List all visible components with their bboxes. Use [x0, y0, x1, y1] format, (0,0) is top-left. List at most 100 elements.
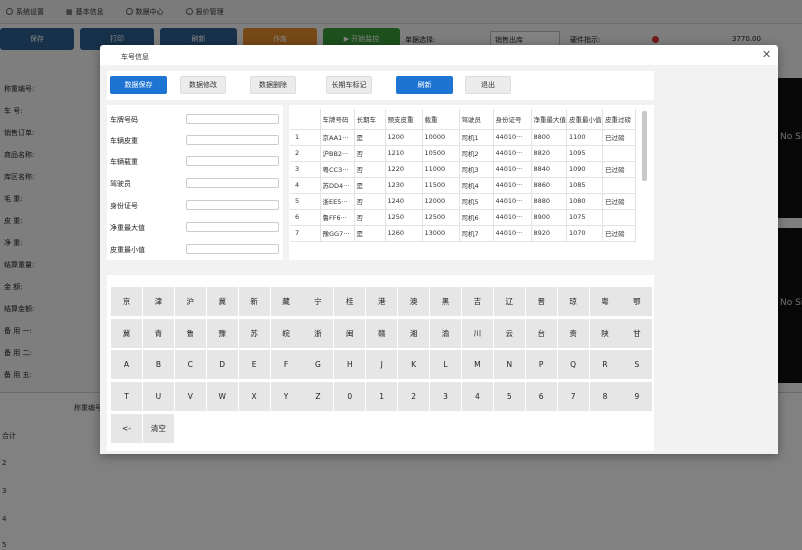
keyboard-key[interactable]: 冀: [206, 287, 238, 316]
keyboard-key[interactable]: 云: [493, 318, 525, 348]
keyboard-key[interactable]: H: [334, 350, 366, 380]
keyboard-key[interactable]: D: [206, 350, 238, 380]
column-header[interactable]: 皮重过磅: [602, 109, 636, 130]
keyboard-key[interactable]: 宁: [302, 287, 334, 316]
keyboard-key[interactable]: T: [111, 382, 142, 412]
keyboard-key[interactable]: K: [398, 350, 430, 380]
keyboard-key[interactable]: 1: [366, 382, 398, 412]
keyboard-key[interactable]: 陕: [589, 318, 621, 348]
keyboard-key[interactable]: S: [621, 350, 653, 380]
save-data-button[interactable]: 数据保存: [110, 76, 167, 94]
keyboard-key[interactable]: 8: [589, 382, 621, 412]
keyboard-key[interactable]: N: [493, 350, 525, 380]
exit-button[interactable]: 退出: [465, 76, 511, 94]
table-row[interactable]: 4 苏DD4··· 是 1230 11500 司机4 44010··· 8860 1085: [290, 177, 636, 194]
keyboard-key[interactable]: 青: [142, 318, 174, 348]
column-header[interactable]: 载重: [422, 109, 460, 130]
keyboard-key[interactable]: 京: [111, 287, 142, 316]
table-row[interactable]: 3 粤CC3··· 否 1220 11000 司机3 44010··· 8840 1090 已过磅: [290, 161, 636, 178]
keyboard-key[interactable]: 港: [366, 287, 398, 316]
keyboard-key[interactable]: E: [238, 350, 270, 380]
keyboard-key[interactable]: W: [206, 382, 238, 412]
keyboard-key[interactable]: 湘: [398, 318, 430, 348]
keyboard-key[interactable]: 0: [334, 382, 366, 412]
keyboard-key[interactable]: C: [174, 350, 206, 380]
keyboard-key[interactable]: 5: [493, 382, 525, 412]
keyboard-key[interactable]: 澳: [398, 287, 430, 316]
keyboard-key[interactable]: 新: [238, 287, 270, 316]
keyboard-key[interactable]: 黑: [430, 287, 461, 316]
edit-data-button[interactable]: 数据修改: [180, 76, 226, 94]
keyboard-key[interactable]: 7: [557, 382, 589, 412]
keyboard-key[interactable]: 琼: [557, 287, 589, 316]
load-input[interactable]: [186, 156, 279, 166]
column-header[interactable]: 净重最大值: [531, 109, 567, 130]
keyboard-key[interactable]: 豫: [206, 318, 238, 348]
keyboard-key[interactable]: 鲁: [174, 318, 206, 348]
table-scrollbar[interactable]: [642, 111, 647, 181]
keyboard-key[interactable]: 甘: [621, 318, 653, 348]
keyboard-key[interactable]: Z: [302, 382, 334, 412]
tare-input[interactable]: [186, 135, 279, 145]
keyboard-key[interactable]: 藏: [270, 287, 302, 316]
column-header[interactable]: 皮重最小值: [566, 109, 603, 130]
refresh-button[interactable]: 刷新: [396, 76, 453, 94]
column-header[interactable]: 车牌号码: [320, 109, 355, 130]
keyboard-key[interactable]: 粤: [589, 287, 621, 316]
keyboard-key[interactable]: V: [174, 382, 206, 412]
keyboard-key[interactable]: X: [238, 382, 270, 412]
plate-input[interactable]: [186, 114, 279, 124]
keyboard-key[interactable]: A: [111, 350, 142, 380]
keyboard-key[interactable]: 桂: [334, 287, 366, 316]
keyboard-key[interactable]: Y: [270, 382, 302, 412]
close-icon[interactable]: ✕: [762, 48, 771, 61]
keyboard-key[interactable]: 台: [525, 318, 557, 348]
keyboard-key[interactable]: 辽: [493, 287, 525, 316]
keyboard-key[interactable]: 渝: [430, 318, 461, 348]
keyboard-key[interactable]: 冀: [111, 318, 142, 348]
keyboard-key[interactable]: 川: [461, 318, 493, 348]
table-row[interactable]: 2 沪BB2··· 否 1210 10500 司机2 44010··· 8820 1095: [290, 145, 636, 162]
keyboard-key[interactable]: G: [302, 350, 334, 380]
keyboard-key[interactable]: B: [142, 350, 174, 380]
table-row[interactable]: 6 鲁FF6··· 否 1250 12500 司机6 44010··· 8900 1075: [290, 209, 636, 226]
keyboard-key[interactable]: 吉: [461, 287, 493, 316]
keyboard-key[interactable]: 皖: [270, 318, 302, 348]
backspace-key[interactable]: <-: [111, 413, 142, 443]
column-header[interactable]: [290, 109, 321, 130]
long-term-mark-button[interactable]: 长期车标记: [326, 76, 372, 94]
id-number-input[interactable]: [186, 200, 279, 210]
keyboard-key[interactable]: F: [270, 350, 302, 380]
keyboard-key[interactable]: 津: [142, 287, 174, 316]
keyboard-key[interactable]: J: [366, 350, 398, 380]
keyboard-key[interactable]: 晋: [525, 287, 557, 316]
keyboard-key[interactable]: 3: [430, 382, 461, 412]
keyboard-key[interactable]: L: [430, 350, 461, 380]
table-row[interactable]: 1 京AA1··· 是 1200 10000 司机1 44010··· 8800 1100 已过磅: [290, 129, 636, 146]
column-header[interactable]: 预支皮重: [385, 109, 423, 130]
keyboard-key[interactable]: 贵: [557, 318, 589, 348]
delete-data-button[interactable]: 数据删除: [250, 76, 296, 94]
keyboard-key[interactable]: 鄂: [621, 287, 653, 316]
keyboard-key[interactable]: U: [142, 382, 174, 412]
keyboard-key[interactable]: 苏: [238, 318, 270, 348]
clear-key[interactable]: 清空: [142, 413, 174, 443]
column-header[interactable]: 长期车: [354, 109, 386, 130]
net-max-input[interactable]: [186, 222, 279, 232]
table-row[interactable]: 5 浙EE5··· 否 1240 12000 司机5 44010··· 8880 1080 已过磅: [290, 193, 636, 210]
keyboard-key[interactable]: 4: [461, 382, 493, 412]
keyboard-key[interactable]: 2: [398, 382, 430, 412]
column-header[interactable]: 身份证号: [493, 109, 532, 130]
keyboard-key[interactable]: P: [525, 350, 557, 380]
keyboard-key[interactable]: R: [589, 350, 621, 380]
keyboard-key[interactable]: 9: [621, 382, 653, 412]
keyboard-key[interactable]: 赣: [366, 318, 398, 348]
table-row[interactable]: 7 豫GG7··· 是 1260 13000 司机7 44010··· 8920 1070 已过磅: [290, 225, 636, 242]
keyboard-key[interactable]: 闽: [334, 318, 366, 348]
keyboard-key[interactable]: 沪: [174, 287, 206, 316]
column-header[interactable]: 驾驶员: [459, 109, 494, 130]
keyboard-key[interactable]: 6: [525, 382, 557, 412]
keyboard-key[interactable]: 浙: [302, 318, 334, 348]
tare-min-input[interactable]: [186, 244, 279, 254]
keyboard-key[interactable]: Q: [557, 350, 589, 380]
